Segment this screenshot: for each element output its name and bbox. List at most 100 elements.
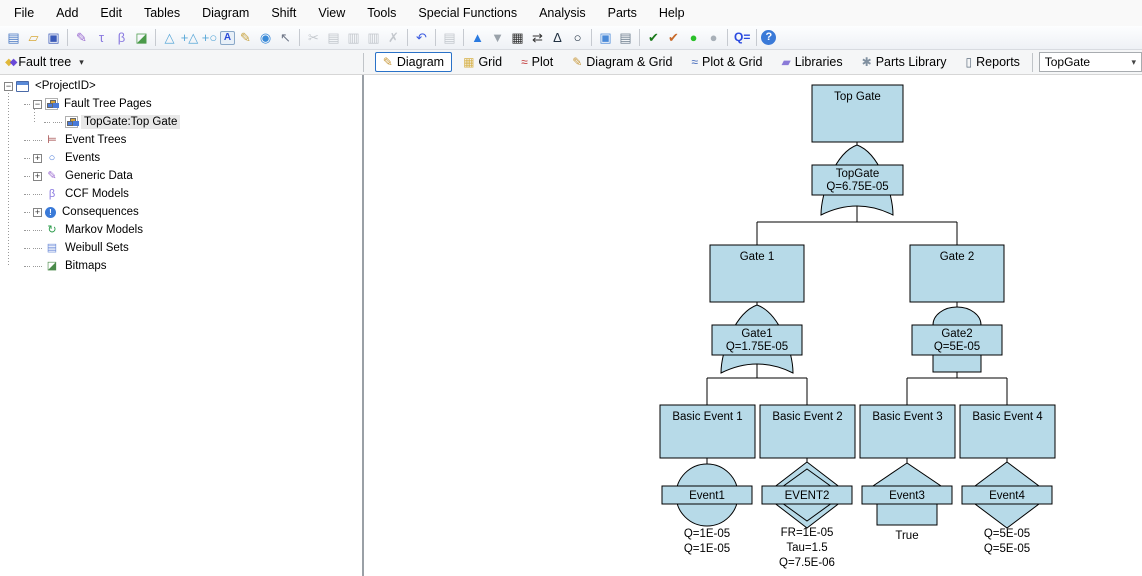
menu-tools[interactable]: Tools [356,0,407,26]
tab-grid[interactable]: ▦Grid [455,52,510,72]
toolbar-separator [756,29,757,46]
tab-label: Grid [478,55,502,69]
verify-icon[interactable]: ✔ [664,28,683,47]
menu-tables[interactable]: Tables [133,0,191,26]
tree-connector [33,194,42,195]
paste-special-icon[interactable]: ▤ [440,28,459,47]
tree-item-label: TopGate:Top Gate [81,115,180,129]
connector [707,458,1007,464]
cut-icon[interactable]: ✂ [304,28,323,47]
spell-check-icon[interactable]: ✔ [644,28,663,47]
tab-diagram[interactable]: ✎Diagram [375,52,452,72]
expand-icon[interactable]: + [33,154,42,163]
menu-shift[interactable]: Shift [260,0,307,26]
chevron-down-icon: ▾ [1131,57,1136,68]
menu-edit[interactable]: Edit [89,0,133,26]
tab-diagram-grid[interactable]: ✎Diagram & Grid [564,52,680,72]
tab-plot-grid[interactable]: ≈Plot & Grid [683,52,770,72]
move-up-icon[interactable]: ▲ [468,28,487,47]
tree-item-label: <ProjectID> [32,79,99,93]
tab-parts-library[interactable]: ✱Parts Library [854,52,955,72]
undo-icon[interactable]: ↶ [412,28,431,47]
collapse-icon[interactable]: − [33,100,42,109]
markov-models-icon: ↻ [45,223,59,237]
tree-item-ccf-models[interactable]: βCCF Models [0,185,362,203]
tab-reports[interactable]: ▯Reports [958,52,1028,72]
tree-item-topgate-top-gate[interactable]: TopGate:Top Gate [0,113,362,131]
tree-item-events[interactable]: +○Events [0,149,362,167]
save-icon[interactable]: ▣ [44,28,63,47]
text-annotation-icon[interactable]: A [220,31,235,45]
new-page-icon[interactable]: ▤ [4,28,23,47]
report-icon: ▯ [966,55,973,69]
status-disabled-icon[interactable]: ● [704,28,723,47]
tree-item-fault-tree-pages[interactable]: −Fault Tree Pages [0,95,362,113]
notepad-icon[interactable]: ✎ [236,28,255,47]
menu-special-functions[interactable]: Special Functions [407,0,528,26]
generic-data-editor-icon[interactable]: ✎ [72,28,91,47]
tab-label: Plot & Grid [702,55,762,69]
find-event-icon[interactable]: ○ [568,28,587,47]
tree-item-markov-models[interactable]: ↻Markov Models [0,221,362,239]
tree-item-bitmaps[interactable]: ◪Bitmaps [0,257,362,275]
event2-value-line: Q=7.5E-06 [779,557,835,569]
tree-connector [24,140,30,141]
pointer-icon[interactable]: ↖ [276,28,295,47]
book-icon: ▰ [781,55,790,69]
menu-parts[interactable]: Parts [597,0,648,26]
tree-connector [33,248,42,249]
tree-guide-line [34,109,35,122]
tau-icon[interactable]: τ [92,28,111,47]
add-event-icon[interactable]: +○ [200,28,219,47]
event4-label: Event4 [989,490,1025,502]
connector [757,222,957,245]
add-gate-icon[interactable]: △ [160,28,179,47]
project-tree-panel: − <ProjectID> −Fault Tree Pages TopGate:Top… [0,75,362,576]
chevron-down-icon: ▾ [75,57,84,68]
paste-as-link-icon[interactable]: ▥ [364,28,383,47]
status-enabled-icon[interactable]: ● [684,28,703,47]
table-view-icon[interactable]: ▦ [508,28,527,47]
beta-icon[interactable]: β [112,28,131,47]
report-options-icon[interactable]: ▤ [616,28,635,47]
tab-libraries[interactable]: ▰Libraries [773,52,850,72]
open-folder-icon[interactable]: ▱ [24,28,43,47]
menu-analysis[interactable]: Analysis [528,0,597,26]
expand-icon[interactable]: + [33,172,42,181]
menu-add[interactable]: Add [45,0,89,26]
menu-diagram[interactable]: Diagram [191,0,260,26]
delete-icon[interactable]: ✗ [384,28,403,47]
ccf-models-icon: β [45,187,59,201]
q-equals-icon[interactable]: Q= [732,28,752,47]
tree-item-generic-data[interactable]: +✎Generic Data [0,167,362,185]
find-gate-icon[interactable]: Δ [548,28,567,47]
bitmap-icon[interactable]: ◪ [132,28,151,47]
fault-tree-selector[interactable]: ◆◆ Fault tree ▾ [0,55,359,69]
event3-house-roof-symbol[interactable] [870,463,944,488]
ole-link-icon[interactable]: ◉ [256,28,275,47]
tree-item-projectid[interactable]: − <ProjectID> [0,77,362,95]
help-icon[interactable]: ? [761,30,776,45]
menu-file[interactable]: File [3,0,45,26]
tree-item-event-trees[interactable]: ⊨Event Trees [0,131,362,149]
menu-view[interactable]: View [307,0,356,26]
menu-help[interactable]: Help [648,0,696,26]
gate-selector-value: TopGate [1045,55,1090,69]
tree-item-consequences[interactable]: +!Consequences [0,203,362,221]
gear-icon: ✱ [862,55,872,69]
add-gate-below-icon[interactable]: +△ [180,28,199,47]
gate2-value: Q=5E-05 [934,341,980,353]
basic-event-3-title: Basic Event 3 [872,411,942,423]
move-down-icon[interactable]: ▼ [488,28,507,47]
tree-item-weibull-sets[interactable]: ▤Weibull Sets [0,239,362,257]
monitor-icon[interactable]: ▣ [596,28,615,47]
expand-icon[interactable]: + [33,208,42,217]
copy-icon[interactable]: ▤ [324,28,343,47]
project-window-icon [16,81,29,92]
fit-width-icon[interactable]: ⇄ [528,28,547,47]
paste-icon[interactable]: ▥ [344,28,363,47]
gate-selector-dropdown[interactable]: TopGate ▾ [1039,52,1142,72]
collapse-icon[interactable]: − [4,82,13,91]
tab-plot[interactable]: ≈Plot [513,52,561,72]
event-trees-icon: ⊨ [45,133,59,147]
